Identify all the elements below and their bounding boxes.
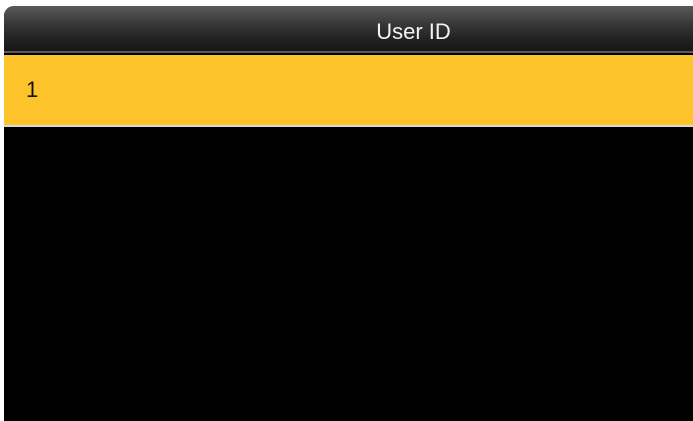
- page-title: User ID: [376, 19, 451, 44]
- title-bar: User ID: [4, 6, 693, 53]
- list-item[interactable]: 1: [4, 55, 693, 127]
- device-screen: User ID 1: [4, 6, 693, 421]
- list-item-label: 1: [26, 77, 39, 102]
- user-id-list: 1: [4, 55, 693, 127]
